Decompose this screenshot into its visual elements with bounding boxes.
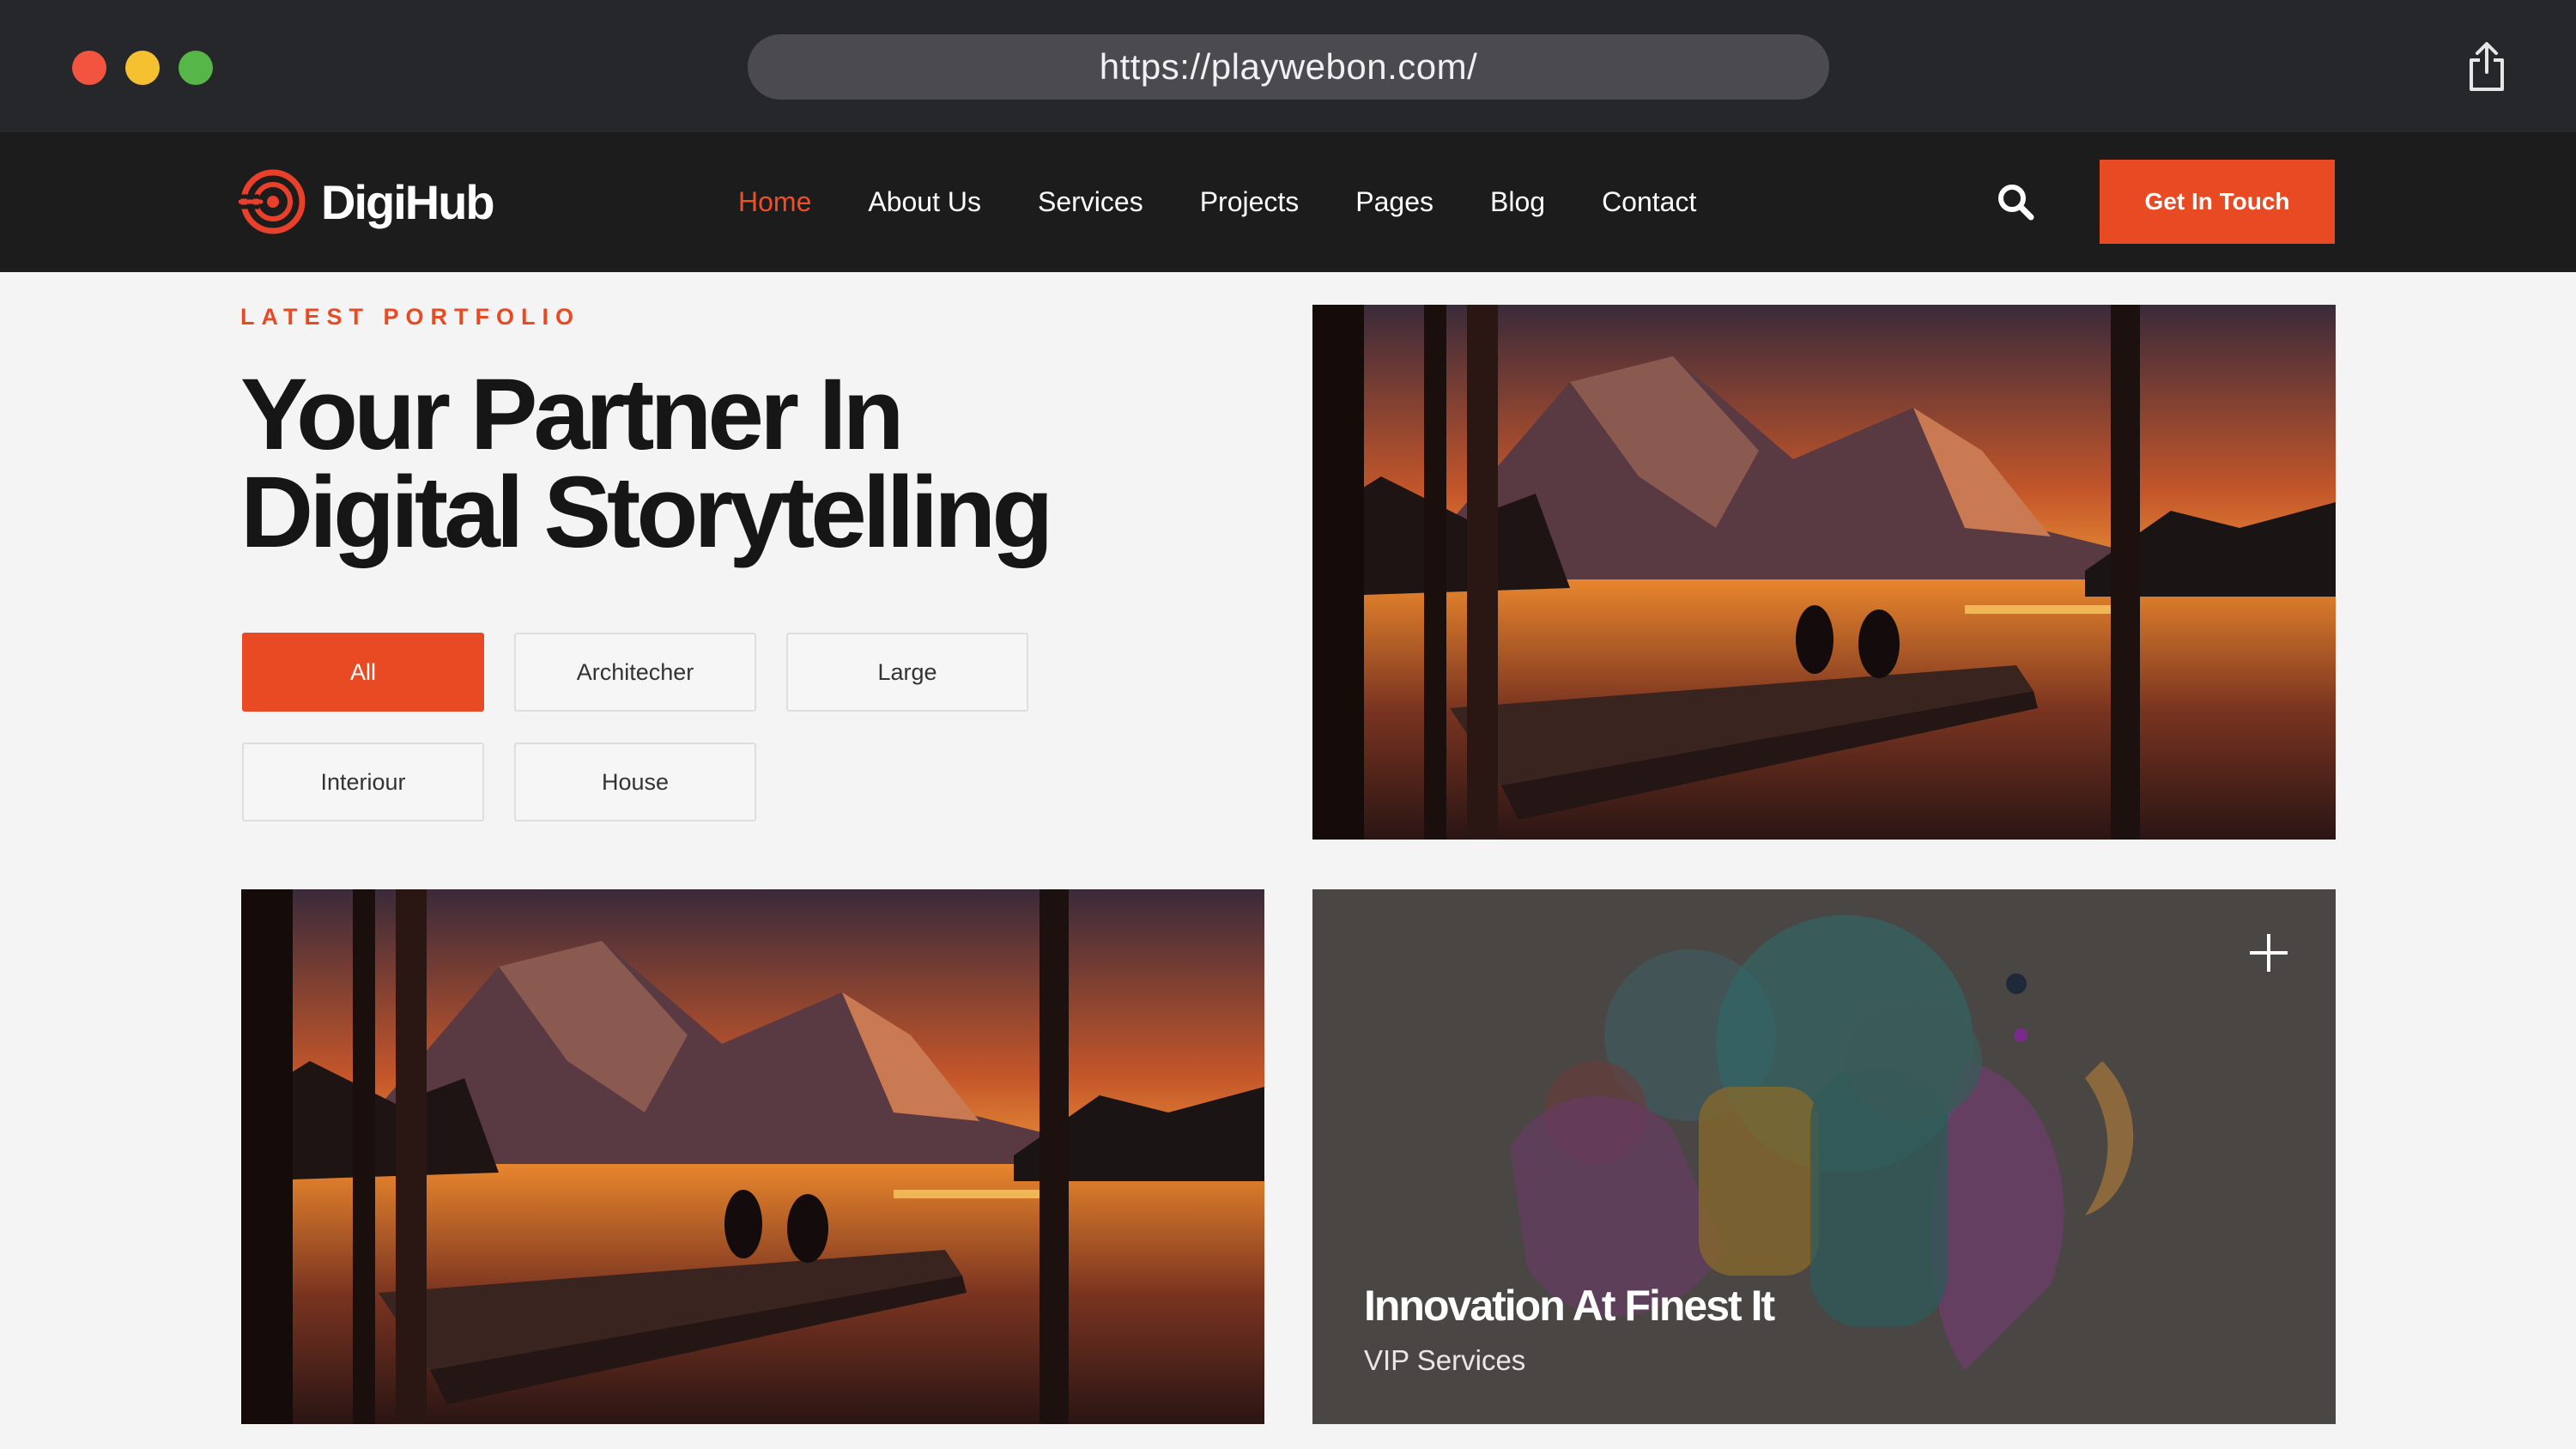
- nav-projects[interactable]: Projects: [1200, 186, 1300, 218]
- get-in-touch-button[interactable]: Get In Touch: [2100, 160, 2335, 244]
- site-header: DigiHub Home About Us Services Projects …: [0, 132, 2576, 272]
- filter-interiour-button[interactable]: Interiour: [242, 743, 484, 822]
- filter-architecher-button[interactable]: Architecher: [514, 633, 756, 712]
- filter-house-button[interactable]: House: [514, 743, 756, 822]
- nav-contact[interactable]: Contact: [1602, 186, 1696, 218]
- address-bar[interactable]: https://playwebon.com/: [748, 34, 1829, 100]
- window-minimize-button[interactable]: [125, 51, 160, 85]
- featured-card-title: Innovation At Finest It: [1364, 1282, 1775, 1330]
- portfolio-card-lake-1[interactable]: [1312, 305, 2336, 840]
- share-icon[interactable]: [2465, 41, 2508, 93]
- nav-blog[interactable]: Blog: [1490, 186, 1545, 218]
- window-maximize-button[interactable]: [179, 51, 213, 85]
- nav-home[interactable]: Home: [738, 186, 811, 218]
- filter-all-button[interactable]: All: [242, 633, 484, 712]
- nav-services[interactable]: Services: [1038, 186, 1143, 218]
- logo-text: DigiHub: [321, 174, 495, 229]
- plus-icon[interactable]: [2248, 932, 2289, 973]
- window-close-button[interactable]: [72, 51, 106, 85]
- section-eyebrow: LATEST PORTFOLIO: [240, 304, 580, 330]
- main-nav: Home About Us Services Projects Pages Bl…: [738, 132, 1753, 272]
- lake-sunset-image: [241, 889, 1264, 1424]
- page-title: Your Partner In Digital Storytelling: [240, 364, 1270, 563]
- portfolio-card-lake-2[interactable]: [241, 889, 1264, 1424]
- filter-large-button[interactable]: Large: [786, 633, 1028, 712]
- lake-sunset-image: [1312, 305, 2336, 840]
- headline-line-1: Your Partner In: [240, 358, 905, 471]
- search-icon[interactable]: [1996, 182, 2035, 221]
- browser-chrome: https://playwebon.com/: [0, 0, 2576, 132]
- logo[interactable]: DigiHub: [239, 167, 495, 236]
- digihub-logo-icon: [239, 169, 306, 234]
- headline-line-2: Digital Storytelling: [240, 456, 1053, 569]
- nav-about-us[interactable]: About Us: [868, 186, 981, 218]
- nav-pages[interactable]: Pages: [1355, 186, 1433, 218]
- portfolio-card-featured[interactable]: Innovation At Finest It VIP Services: [1312, 889, 2336, 1424]
- featured-card-subtitle: VIP Services: [1364, 1344, 1526, 1376]
